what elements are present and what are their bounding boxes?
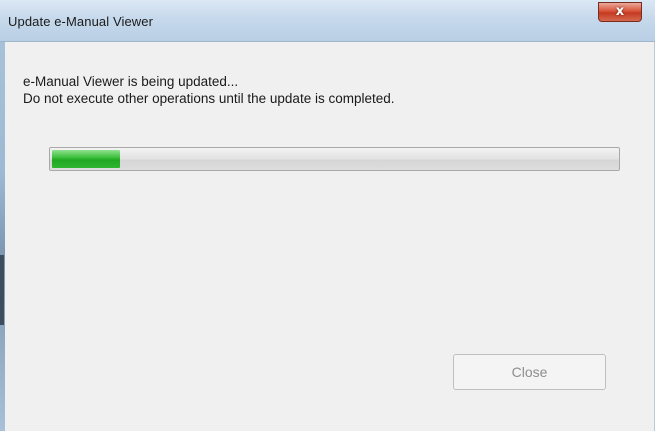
close-button[interactable]: Close [453,354,606,390]
window-frame-shadow [0,255,4,325]
progress-fill [52,150,120,168]
title-bar[interactable]: Update e-Manual Viewer x [0,0,655,42]
update-dialog: Update e-Manual Viewer x e-Manual Viewer… [0,0,655,431]
instruction-message: Do not execute other operations until th… [23,91,395,106]
dialog-content: e-Manual Viewer is being updated... Do n… [5,42,654,431]
close-icon[interactable]: x [598,2,642,22]
window-title: Update e-Manual Viewer [8,14,154,29]
update-progress-bar [49,147,620,171]
status-message: e-Manual Viewer is being updated... [23,74,239,89]
